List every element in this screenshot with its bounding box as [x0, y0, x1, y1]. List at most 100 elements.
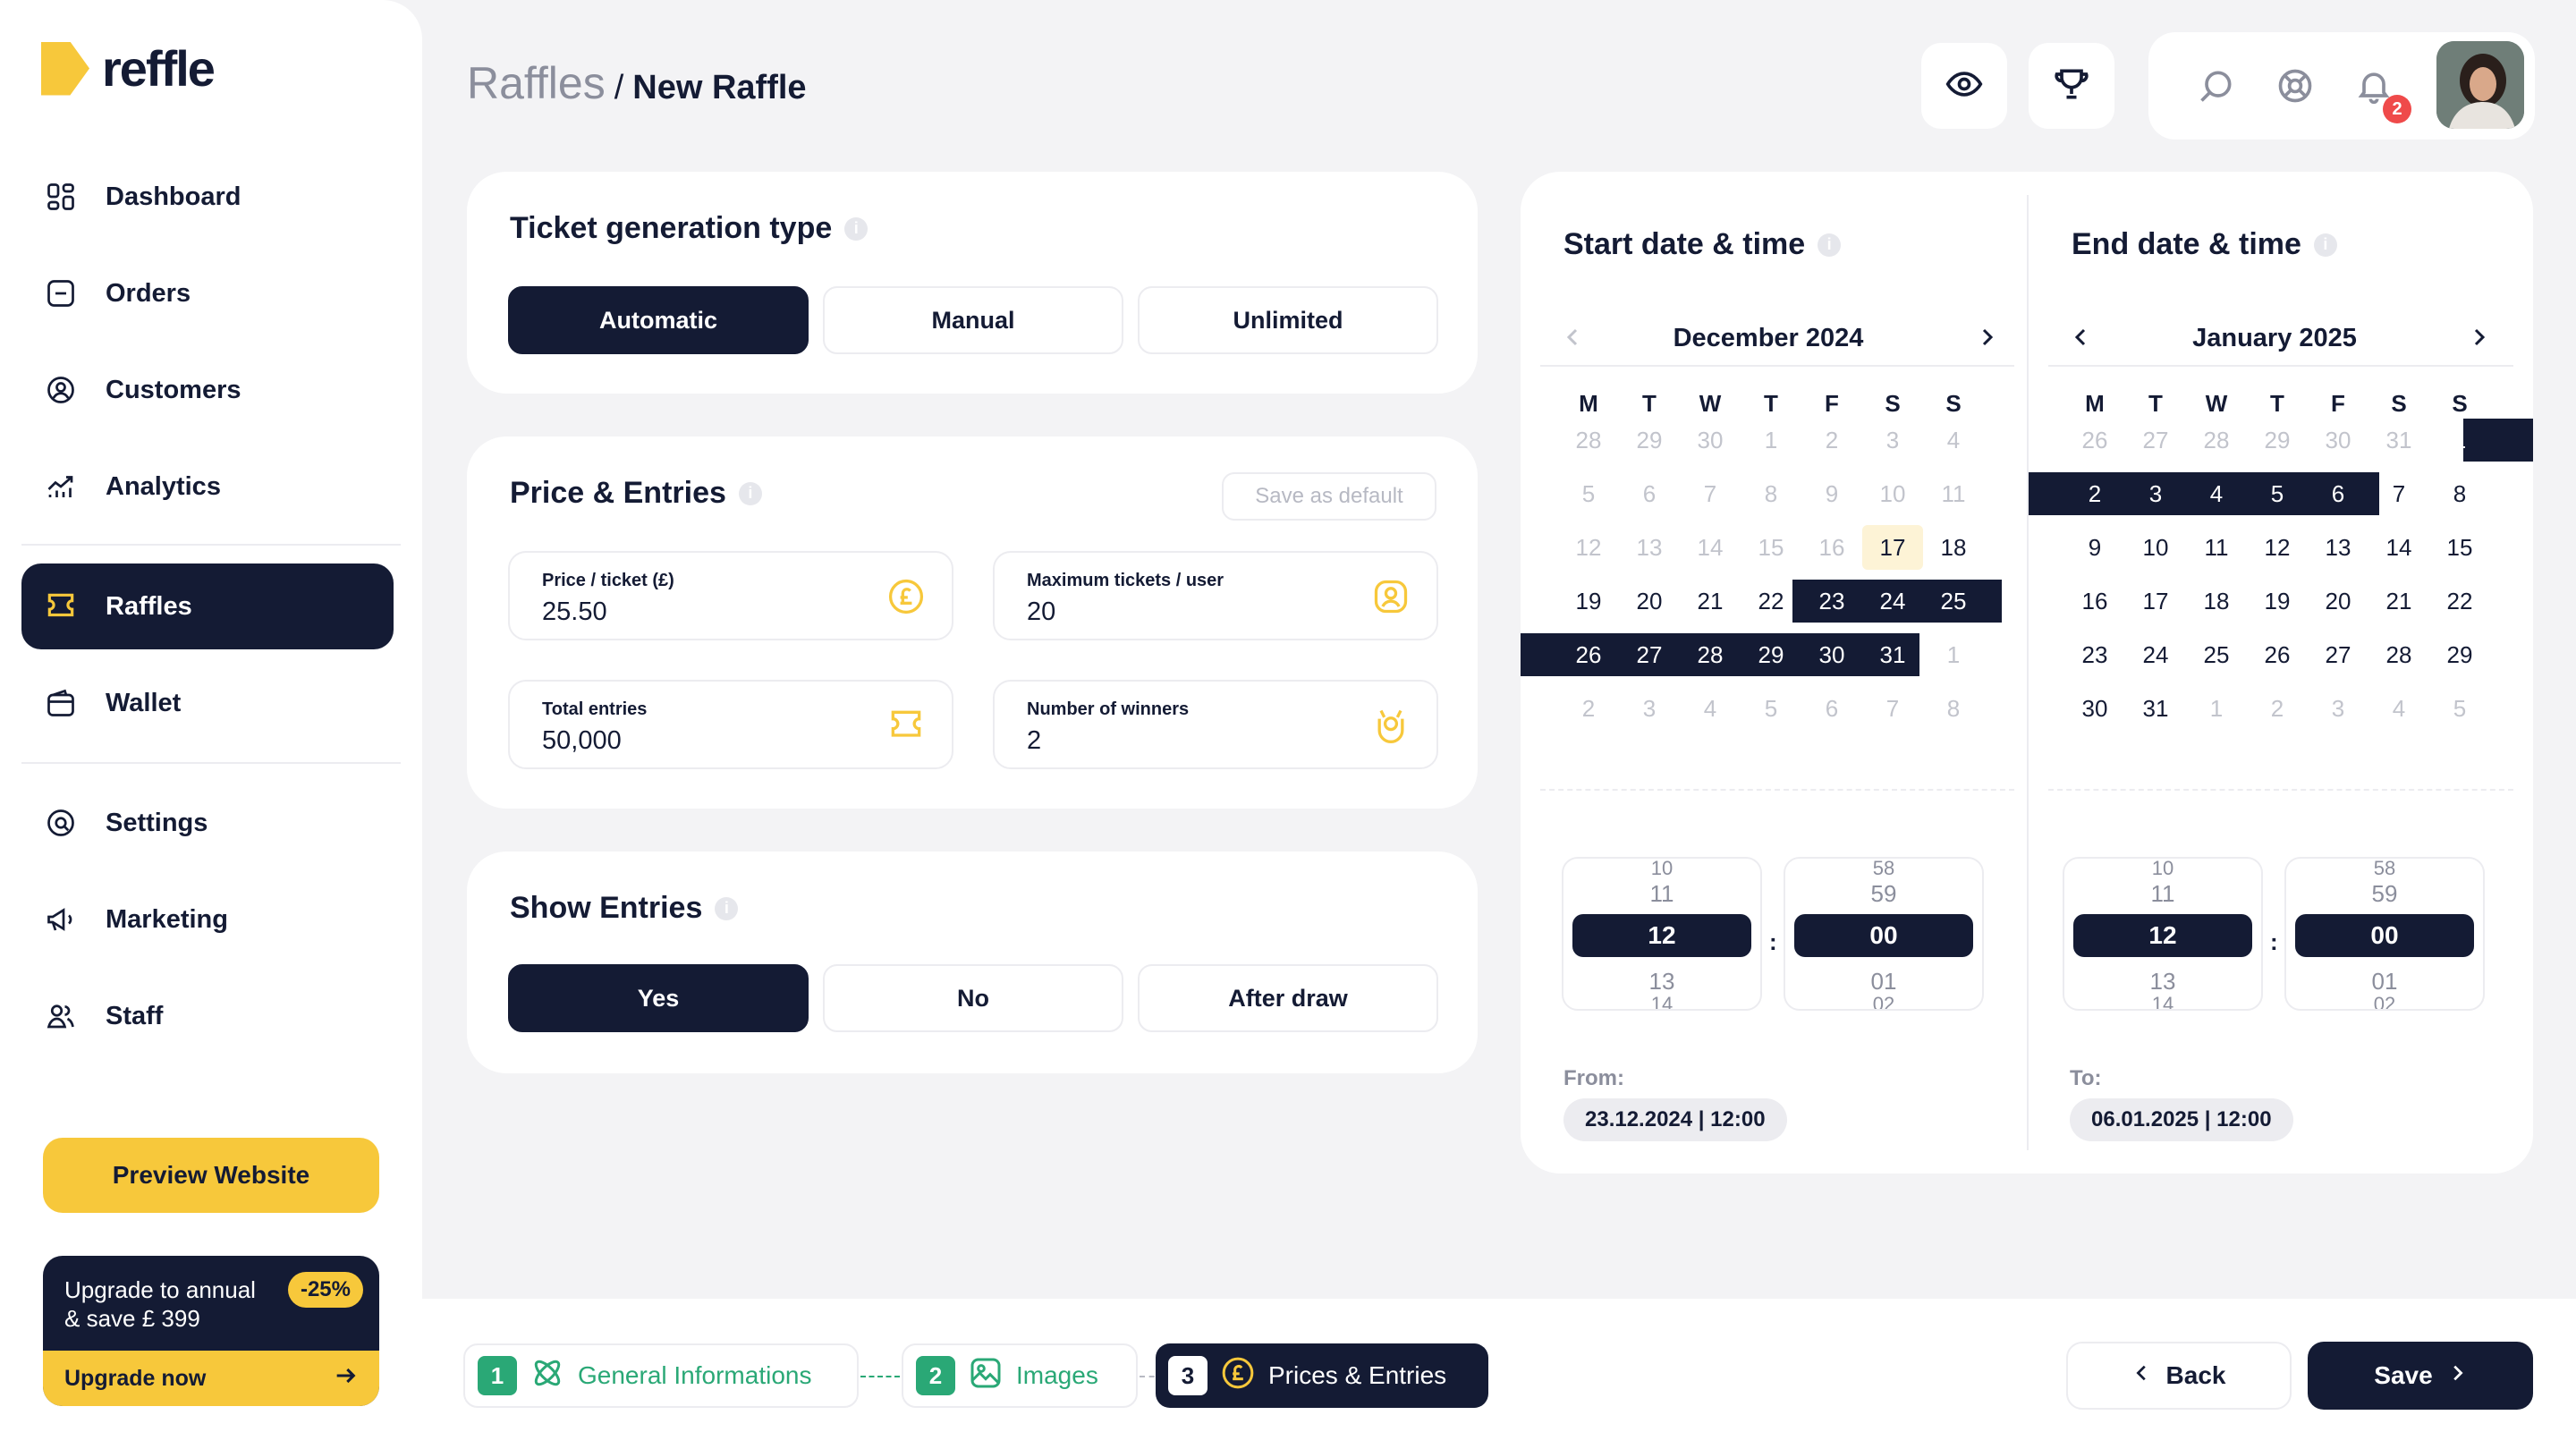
calendar-day[interactable]: 1: [1923, 632, 1984, 677]
calendar-day[interactable]: 14: [1680, 525, 1741, 570]
ticket-option-automatic[interactable]: Automatic: [508, 286, 809, 354]
calendar-day[interactable]: 8: [2429, 471, 2490, 516]
breadcrumb-root[interactable]: Raffles: [467, 57, 606, 109]
calendar-day[interactable]: 12: [1558, 525, 1619, 570]
calendar-day[interactable]: 31: [2368, 418, 2429, 462]
selected-hour[interactable]: 12: [2073, 914, 2252, 957]
calendar-day[interactable]: 25: [1923, 579, 1984, 623]
minute-option[interactable]: 01: [2286, 968, 2483, 996]
calendar-day[interactable]: 28: [1558, 418, 1619, 462]
calendar-day[interactable]: 12: [2247, 525, 2308, 570]
calendar-day[interactable]: 3: [1862, 418, 1923, 462]
calendar-day[interactable]: 28: [2186, 418, 2247, 462]
calendar-day[interactable]: 26: [1558, 632, 1619, 677]
calendar-day[interactable]: 21: [1680, 579, 1741, 623]
calendar-day[interactable]: 30: [1680, 418, 1741, 462]
show-option-no[interactable]: No: [823, 964, 1123, 1032]
start-minute-picker[interactable]: 58 59 00 01 02: [1784, 857, 1984, 1011]
start-hour-picker[interactable]: 10 11 12 13 14: [1562, 857, 1762, 1011]
info-icon[interactable]: i: [844, 216, 869, 241]
calendar-day[interactable]: 1: [2186, 686, 2247, 731]
calendar-day[interactable]: 2: [2064, 471, 2125, 516]
calendar-day[interactable]: 19: [1558, 579, 1619, 623]
upgrade-now-button[interactable]: Upgrade now: [43, 1351, 379, 1406]
calendar-day[interactable]: 20: [2308, 579, 2368, 623]
calendar-day[interactable]: 11: [1923, 471, 1984, 516]
calendar-day[interactable]: 4: [1923, 418, 1984, 462]
minute-option[interactable]: 02: [2286, 993, 2483, 1009]
hour-option[interactable]: 11: [1563, 880, 1760, 908]
calendar-day[interactable]: 5: [2247, 471, 2308, 516]
calendar-day[interactable]: 18: [2186, 579, 2247, 623]
step-prices-entries[interactable]: 3 Prices & Entries: [1156, 1343, 1488, 1408]
show-option-yes[interactable]: Yes: [508, 964, 809, 1032]
sidebar-item-dashboard[interactable]: Dashboard: [21, 154, 394, 240]
end-hour-picker[interactable]: 10 11 12 13 14: [2063, 857, 2263, 1011]
info-icon[interactable]: i: [715, 896, 739, 920]
total-entries-field[interactable]: Total entries 50,000: [508, 680, 953, 769]
calendar-day[interactable]: 29: [1619, 418, 1680, 462]
selected-minute[interactable]: 00: [2295, 914, 2474, 957]
calendar-day[interactable]: 6: [1619, 471, 1680, 516]
calendar-day[interactable]: 26: [2064, 418, 2125, 462]
info-icon[interactable]: i: [738, 481, 762, 505]
ticket-option-manual[interactable]: Manual: [823, 286, 1123, 354]
calendar-day[interactable]: 4: [2368, 686, 2429, 731]
calendar-day[interactable]: 23: [1801, 579, 1862, 623]
minute-option[interactable]: 59: [2286, 880, 2483, 908]
calendar-day[interactable]: 17: [1862, 525, 1923, 570]
calendar-day[interactable]: 29: [1741, 632, 1801, 677]
price-per-ticket-field[interactable]: Price / ticket (£) 25.50: [508, 551, 953, 640]
calendar-day[interactable]: 26: [2247, 632, 2308, 677]
avatar[interactable]: [2436, 41, 2524, 129]
calendar-day[interactable]: 23: [2064, 632, 2125, 677]
calendar-day[interactable]: 14: [2368, 525, 2429, 570]
save-as-default-button[interactable]: Save as default: [1222, 472, 1436, 521]
sidebar-item-analytics[interactable]: Analytics: [21, 444, 394, 530]
minute-option[interactable]: 58: [1785, 859, 1982, 880]
calendar-day[interactable]: 27: [1619, 632, 1680, 677]
start-next-month-button[interactable]: [1973, 322, 2000, 352]
calendar-day[interactable]: 2: [2247, 686, 2308, 731]
calendar-day[interactable]: 10: [2125, 525, 2186, 570]
preview-button[interactable]: [1921, 43, 2007, 129]
calendar-day[interactable]: 13: [2308, 525, 2368, 570]
info-icon[interactable]: i: [1818, 233, 1842, 257]
calendar-day[interactable]: 3: [2125, 471, 2186, 516]
sidebar-item-settings[interactable]: Settings: [21, 780, 394, 866]
calendar-day[interactable]: 16: [1801, 525, 1862, 570]
trophy-button[interactable]: [2029, 43, 2114, 129]
calendar-day[interactable]: 9: [2064, 525, 2125, 570]
calendar-day[interactable]: 27: [2125, 418, 2186, 462]
calendar-day[interactable]: 2: [1801, 418, 1862, 462]
sidebar-item-staff[interactable]: Staff: [21, 973, 394, 1059]
calendar-day[interactable]: 7: [1862, 686, 1923, 731]
save-button[interactable]: Save: [2308, 1342, 2533, 1410]
back-button[interactable]: Back: [2066, 1342, 2292, 1410]
end-prev-month-button[interactable]: [2068, 322, 2095, 352]
calendar-day[interactable]: 5: [2429, 686, 2490, 731]
calendar-day[interactable]: 21: [2368, 579, 2429, 623]
minute-option[interactable]: 58: [2286, 859, 2483, 880]
selected-hour[interactable]: 12: [1572, 914, 1751, 957]
max-tickets-per-user-field[interactable]: Maximum tickets / user 20: [993, 551, 1438, 640]
sidebar-item-wallet[interactable]: Wallet: [21, 660, 394, 746]
calendar-day[interactable]: 8: [1741, 471, 1801, 516]
calendar-day[interactable]: 3: [1619, 686, 1680, 731]
logo[interactable]: reffle: [41, 39, 216, 97]
step-general-informations[interactable]: 1 General Informations: [463, 1343, 859, 1408]
minute-option[interactable]: 01: [1785, 968, 1982, 996]
calendar-day[interactable]: 30: [1801, 632, 1862, 677]
calendar-day[interactable]: 31: [2125, 686, 2186, 731]
hour-option[interactable]: 10: [2064, 859, 2261, 880]
calendar-day[interactable]: 8: [1923, 686, 1984, 731]
calendar-day[interactable]: 6: [1801, 686, 1862, 731]
calendar-day[interactable]: 11: [2186, 525, 2247, 570]
sidebar-item-customers[interactable]: Customers: [21, 347, 394, 433]
step-images[interactable]: 2 Images: [902, 1343, 1138, 1408]
help-button[interactable]: [2274, 66, 2317, 109]
calendar-day[interactable]: 20: [1619, 579, 1680, 623]
calendar-day[interactable]: 10: [1862, 471, 1923, 516]
sidebar-item-marketing[interactable]: Marketing: [21, 877, 394, 962]
calendar-day[interactable]: 31: [1862, 632, 1923, 677]
